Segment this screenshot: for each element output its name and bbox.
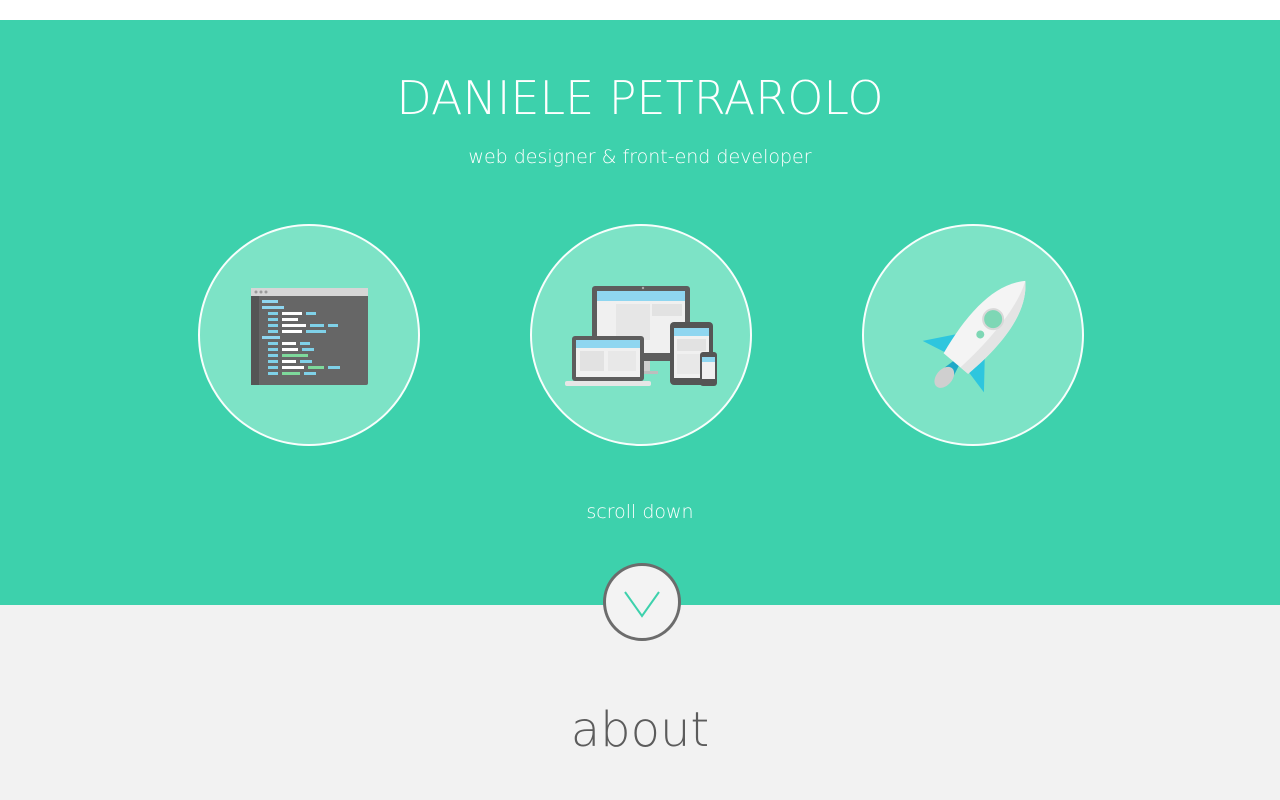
scroll-down-label: scroll down xyxy=(586,501,694,523)
top-strip xyxy=(0,0,1280,20)
skill-circle-rocket xyxy=(862,224,1084,446)
skill-circle-code xyxy=(198,224,420,446)
scroll-down-button[interactable] xyxy=(603,563,681,641)
responsive-devices-icon xyxy=(565,286,717,386)
chevron-down-icon xyxy=(624,591,660,618)
code-editor-icon xyxy=(251,288,368,385)
page-title: DANIELE PETRAROLO xyxy=(396,71,884,125)
skill-circle-responsive xyxy=(530,224,752,446)
about-title: about xyxy=(570,702,710,758)
rocket-icon xyxy=(922,280,1026,393)
page-subtitle: web designer & front-end developer xyxy=(468,146,812,168)
